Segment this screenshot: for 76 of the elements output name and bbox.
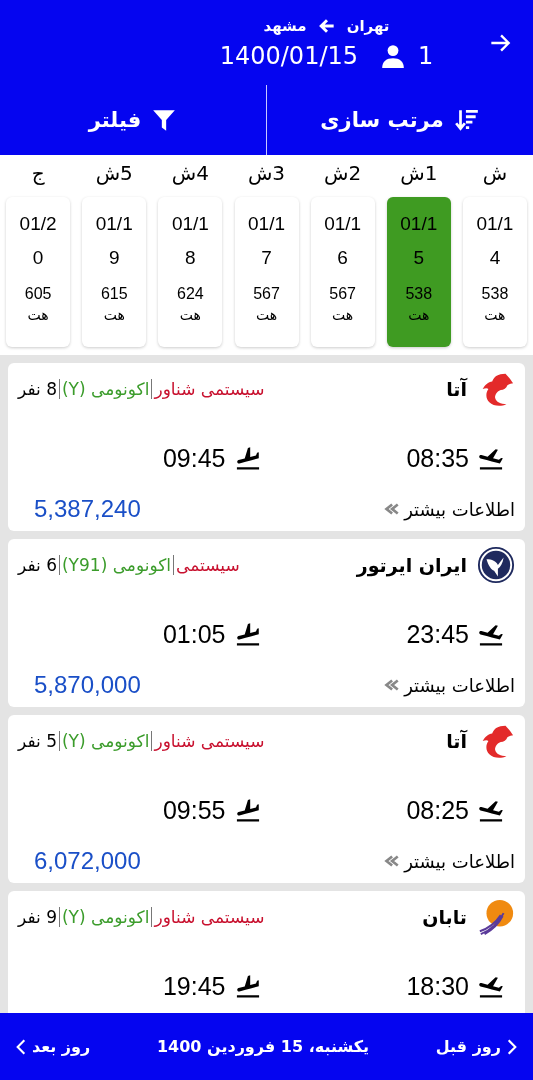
fare-type: سیستمی — [176, 555, 240, 575]
more-info-link[interactable]: اطلاعات بیشتر — [404, 674, 515, 696]
flight-price: 6,072,000 — [33, 847, 141, 875]
arrival-time: 01:05 — [162, 620, 226, 649]
more-info-link[interactable]: اطلاعات بیشتر — [404, 498, 515, 520]
current-date: یکشنبه، 15 فروردین 1400 — [156, 1037, 370, 1056]
passenger-count: 1 — [418, 41, 434, 70]
day-date: 01/20 — [18, 212, 58, 270]
price-unit: هت — [179, 307, 201, 323]
origin-city: تهران — [346, 16, 390, 35]
seats-left: 6 نفر — [18, 555, 60, 575]
fare-type: سیستمی شناور — [154, 907, 265, 927]
weekday-label: 1ش — [400, 161, 438, 187]
day-date: 01/19 — [94, 212, 134, 270]
weekday-label: ش — [482, 161, 508, 187]
flight-price: 5,870,000 — [33, 671, 141, 699]
departure-time: 08:35 — [406, 444, 469, 473]
double-chevron-icon — [382, 678, 401, 692]
next-day-button[interactable]: روز بعد — [12, 1033, 95, 1060]
fare-type: سیستمی شناور — [154, 731, 265, 751]
cabin-class: اکونومی (Y) — [61, 379, 153, 399]
sort-icon — [453, 107, 480, 133]
day-price: 567 — [253, 285, 280, 303]
arrival-time: 09:45 — [162, 444, 226, 473]
day-date: 01/15 — [399, 212, 439, 270]
price-unit: هت — [484, 307, 506, 323]
seats-left: 5 نفر — [18, 731, 60, 751]
cabin-class: اکونومی (Y) — [61, 907, 153, 927]
flight-price: 5,387,240 — [33, 495, 141, 523]
departure-time: 18:30 — [406, 972, 469, 1001]
previous-day-button[interactable]: روز قبل — [431, 1033, 521, 1060]
double-chevron-icon — [382, 502, 401, 516]
seats-left: 8 نفر — [18, 379, 60, 399]
chevron-right-icon — [507, 1037, 517, 1056]
cabin-class: اکونومی (Y) — [61, 731, 153, 751]
weekday-label: 2ش — [324, 161, 362, 187]
arrival-time: 19:45 — [162, 972, 226, 1001]
price-unit: هت — [103, 307, 125, 323]
departure-time: 23:45 — [406, 620, 469, 649]
departure-time: 08:25 — [406, 796, 469, 825]
day-price: 538 — [405, 285, 433, 303]
airline-name: آتا — [446, 378, 467, 400]
arrival-time: 09:55 — [162, 796, 226, 825]
double-chevron-icon — [382, 854, 401, 868]
price-unit: هت — [27, 307, 49, 323]
airline-name: تابان — [422, 906, 467, 928]
day-price: 605 — [24, 285, 52, 303]
weekday-label: 3ش — [247, 161, 286, 187]
day-date: 01/14 — [475, 212, 515, 270]
sun-logo-icon — [477, 898, 515, 936]
flight-date: 1400/01/15 — [219, 41, 359, 70]
weekday-label: 4ش — [171, 161, 209, 187]
day-date: 01/16 — [323, 212, 363, 270]
weekday-label: ج — [31, 161, 45, 187]
price-unit: هت — [408, 307, 430, 323]
person-icon — [380, 42, 407, 69]
bird-circle-logo-icon — [477, 546, 515, 584]
destination-city: مشهد — [263, 16, 307, 35]
price-unit: هت — [332, 307, 354, 323]
seats-left: 9 نفر — [18, 907, 60, 927]
airline-name: آتا — [446, 730, 467, 752]
filter-icon — [151, 107, 178, 133]
day-date: 01/18 — [170, 212, 210, 270]
more-info-link[interactable]: اطلاعات بیشتر — [404, 850, 515, 872]
filter-button[interactable]: فیلتر — [0, 85, 266, 155]
day-price: 624 — [177, 285, 204, 303]
weekday-label: 5ش — [95, 161, 133, 187]
day-price: 567 — [329, 285, 356, 303]
day-price: 615 — [100, 285, 128, 303]
chevron-left-icon — [16, 1037, 26, 1056]
airline-name: ایران ایرتور — [356, 554, 467, 576]
price-unit: هت — [255, 307, 278, 323]
fare-type: سیستمی شناور — [154, 379, 265, 399]
day-date: 01/17 — [247, 212, 286, 270]
cabin-class: اکونومی (Y91) — [61, 555, 175, 575]
day-price: 538 — [481, 285, 509, 303]
